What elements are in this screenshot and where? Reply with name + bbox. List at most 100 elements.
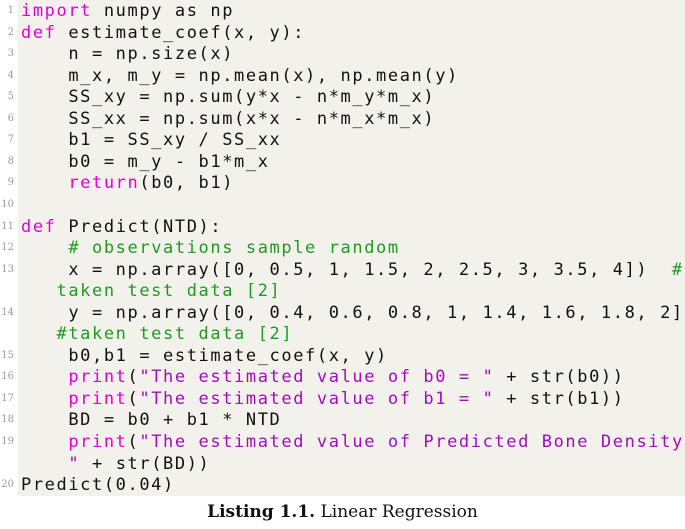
- comment-token: # observations sample random: [68, 238, 400, 259]
- line-number: 1: [7, 5, 14, 16]
- line-code: import numpy as np: [21, 0, 234, 23]
- code-token: (: [127, 432, 140, 452]
- code-line-14: 14 y = np.array([0, 0.4, 0.6, 0.8, 1, 1.…: [0, 301, 685, 325]
- line-code: b0 = m_y - b1*m_x: [21, 150, 270, 174]
- code-token: numpy as np: [92, 1, 235, 21]
- keyword-token: def: [21, 22, 57, 43]
- line-number: 18: [1, 414, 14, 426]
- line-code: BD = b0 + b1 * NTD: [21, 408, 281, 432]
- line-number: 5: [7, 91, 14, 103]
- string-token: "The estimated value of b1 = ": [139, 388, 495, 409]
- code-token: estimate_coef(x, y):: [56, 22, 306, 43]
- keyword-token: import: [21, 1, 93, 21]
- line-code: return(b0, b1): [21, 171, 234, 195]
- code-line-continuation: " + str(BD)): [0, 452, 685, 476]
- string-token: "The estimated value of b0 = ": [139, 367, 495, 388]
- line-number: 7: [7, 134, 14, 146]
- line-number: 8: [7, 155, 14, 167]
- line-number: 15: [1, 349, 14, 361]
- code-line-10: 10: [0, 193, 685, 217]
- code-line-2: 2 def estimate_coef(x, y):: [0, 21, 685, 45]
- code-line-12: 12 # observations sample random: [0, 236, 685, 260]
- code-line-16: 16 print("The estimated value of b0 = " …: [0, 365, 685, 389]
- code-token: m_x, m_y = np.mean(x), np.mean(y): [21, 65, 459, 86]
- line-number: 16: [1, 371, 14, 383]
- line-number: 11: [1, 220, 14, 232]
- code-line-7: 7 b1 = SS_xy / SS_xx: [0, 128, 685, 152]
- line-code: b1 = SS_xy / SS_xx: [21, 128, 281, 152]
- code-line-continuation: taken test data [2]: [0, 279, 685, 303]
- code-token: Predict(NTD):: [56, 216, 223, 237]
- line-number: 13: [1, 263, 14, 275]
- line-number: 2: [7, 26, 14, 38]
- line-code: SS_xx = np.sum(x*x - n*m_x*m_x): [21, 107, 435, 131]
- line-code: taken test data [2]: [21, 279, 281, 303]
- line-code: n = np.size(x): [21, 42, 234, 66]
- code-token: Predict(0.04): [21, 475, 175, 496]
- line-code: # observations sample random: [21, 236, 400, 260]
- line-code: " + str(BD)): [21, 452, 210, 476]
- line-number: 14: [1, 306, 14, 318]
- line-code: y = np.array([0, 0.4, 0.6, 0.8, 1, 1.4, …: [21, 301, 685, 325]
- code-line-20: 20 Predict(0.04): [0, 473, 685, 497]
- code-line-5: 5 SS_xy = np.sum(y*x - n*m_y*m_x): [0, 85, 685, 109]
- code-line-8: 8 b0 = m_y - b1*m_x: [0, 150, 685, 174]
- code-token: + str(b0)): [494, 367, 625, 388]
- code-line-19: 19 print("The estimated value of Predict…: [0, 430, 685, 454]
- line-code: def estimate_coef(x, y):: [21, 21, 305, 45]
- code-token: b0,b1 = estimate_coef(x, y): [21, 345, 388, 366]
- line-code: def Predict(NTD):: [21, 215, 222, 239]
- code-token: y = np.array([0, 0.4, 0.6, 0.8, 1, 1.4, …: [21, 302, 685, 323]
- keyword-token: return: [68, 173, 140, 194]
- code-line-4: 4 m_x, m_y = np.mean(x), np.mean(y): [0, 64, 685, 88]
- line-number: 4: [7, 69, 14, 81]
- line-code: #taken test data [2]: [21, 322, 293, 346]
- line-code: print("The estimated value of b0 = " + s…: [21, 365, 625, 389]
- line-number: 20: [1, 479, 14, 491]
- line-code: print("The estimated value of b1 = " + s…: [21, 387, 625, 411]
- keyword-token: print: [68, 367, 128, 388]
- code-token: + str(b1)): [494, 388, 625, 409]
- code-line-13: 13 x = np.array([0, 0.5, 1, 1.5, 2, 2.5,…: [0, 258, 685, 282]
- code-line-1: 1 import numpy as np: [0, 0, 685, 23]
- code-token: SS_xy = np.sum(y*x - n*m_y*m_x): [21, 87, 436, 108]
- string-token: ": [21, 453, 81, 474]
- code-line-15: 15 b0,b1 = estimate_coef(x, y): [0, 344, 685, 368]
- line-code: m_x, m_y = np.mean(x), np.mean(y): [21, 64, 459, 88]
- listing-caption: Listing 1.1. Linear Regression: [0, 502, 685, 522]
- line-number: 17: [1, 392, 14, 404]
- code-token: + str(BD)): [80, 453, 211, 474]
- line-code: Predict(0.04): [21, 473, 175, 497]
- line-code: SS_xy = np.sum(y*x - n*m_y*m_x): [21, 85, 435, 109]
- line-number: 3: [7, 48, 14, 60]
- code-line-3: 3 n = np.size(x): [0, 42, 685, 66]
- line-code: b0,b1 = estimate_coef(x, y): [21, 344, 388, 368]
- code-token: BD = b0 + b1 * NTD: [21, 410, 282, 431]
- code-line-17: 17 print("The estimated value of b1 = " …: [0, 387, 685, 411]
- code-line-continuation: #taken test data [2]: [0, 322, 685, 346]
- line-number: 9: [7, 177, 14, 189]
- keyword-token: print: [68, 388, 128, 409]
- code-token: b0 = m_y - b1*m_x: [21, 151, 270, 172]
- keyword-token: def: [21, 216, 57, 237]
- code-token: (b0, b1): [139, 173, 235, 194]
- comment-token: #: [671, 259, 684, 280]
- line-number: 10: [1, 198, 14, 210]
- line-code: print("The estimated value of Predicted …: [21, 430, 685, 454]
- code-token: (: [127, 367, 140, 388]
- keyword-token: print: [68, 432, 128, 452]
- caption-label: Listing 1.1.: [207, 502, 316, 522]
- line-code: x = np.array([0, 0.5, 1, 1.5, 2, 2.5, 3,…: [21, 258, 684, 282]
- comment-token: taken test data [2]: [21, 281, 282, 302]
- string-token: "The estimated value of Predicted Bone D…: [139, 432, 685, 452]
- code-token: x = np.array([0, 0.5, 1, 1.5, 2, 2.5, 3,…: [21, 259, 672, 280]
- code-token: SS_xx = np.sum(x*x - n*m_x*m_x): [21, 108, 436, 129]
- code-line-9: 9 return(b0, b1): [0, 171, 685, 195]
- line-number: 19: [1, 436, 14, 447]
- code-line-18: 18 BD = b0 + b1 * NTD: [0, 408, 685, 432]
- comment-token: #taken test data [2]: [21, 324, 294, 345]
